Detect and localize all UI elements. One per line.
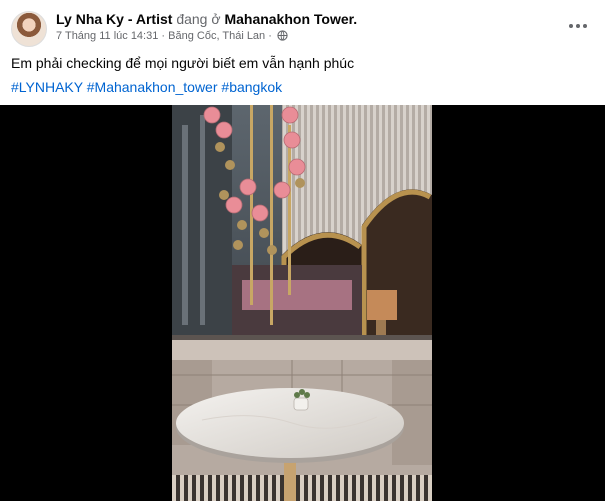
meta-separator: · — [161, 30, 166, 42]
author-name-link[interactable]: Ly Nha Ky - Artist — [56, 11, 172, 27]
post-date-link[interactable]: 7 Tháng 11 lúc 14:31 — [56, 30, 158, 42]
globe-icon[interactable] — [277, 30, 288, 41]
hashtag-link[interactable]: #Mahanakhon_tower — [87, 79, 218, 95]
hashtag-link[interactable]: #bangkok — [221, 79, 282, 95]
video-frame[interactable] — [172, 105, 432, 501]
place-link[interactable]: Mahanakhon Tower. — [224, 11, 357, 27]
author-line: Ly Nha Ky - Artist đang ở Mahanakhon Tow… — [56, 10, 357, 28]
post-meta: 7 Tháng 11 lúc 14:31 · Băng Cốc, Thái La… — [56, 29, 288, 43]
location-link[interactable]: Băng Cốc, Thái Lan — [168, 30, 265, 42]
video-still-image — [172, 105, 432, 501]
video-player[interactable] — [0, 105, 605, 501]
hashtag-list: #LYNHAKY #Mahanakhon_tower #bangkok — [11, 78, 282, 96]
hashtag-link[interactable]: #LYNHAKY — [11, 79, 83, 95]
checkin-connector: đang ở — [176, 11, 221, 27]
post-header: Ly Nha Ky - Artist đang ở Mahanakhon Tow… — [0, 0, 605, 50]
post-text: Em phải checking để mọi người biết em vẫ… — [11, 55, 355, 71]
more-options-button[interactable] — [564, 12, 592, 40]
meta-separator: · — [268, 30, 272, 42]
author-avatar[interactable] — [11, 11, 47, 47]
more-horizontal-icon — [569, 24, 587, 28]
